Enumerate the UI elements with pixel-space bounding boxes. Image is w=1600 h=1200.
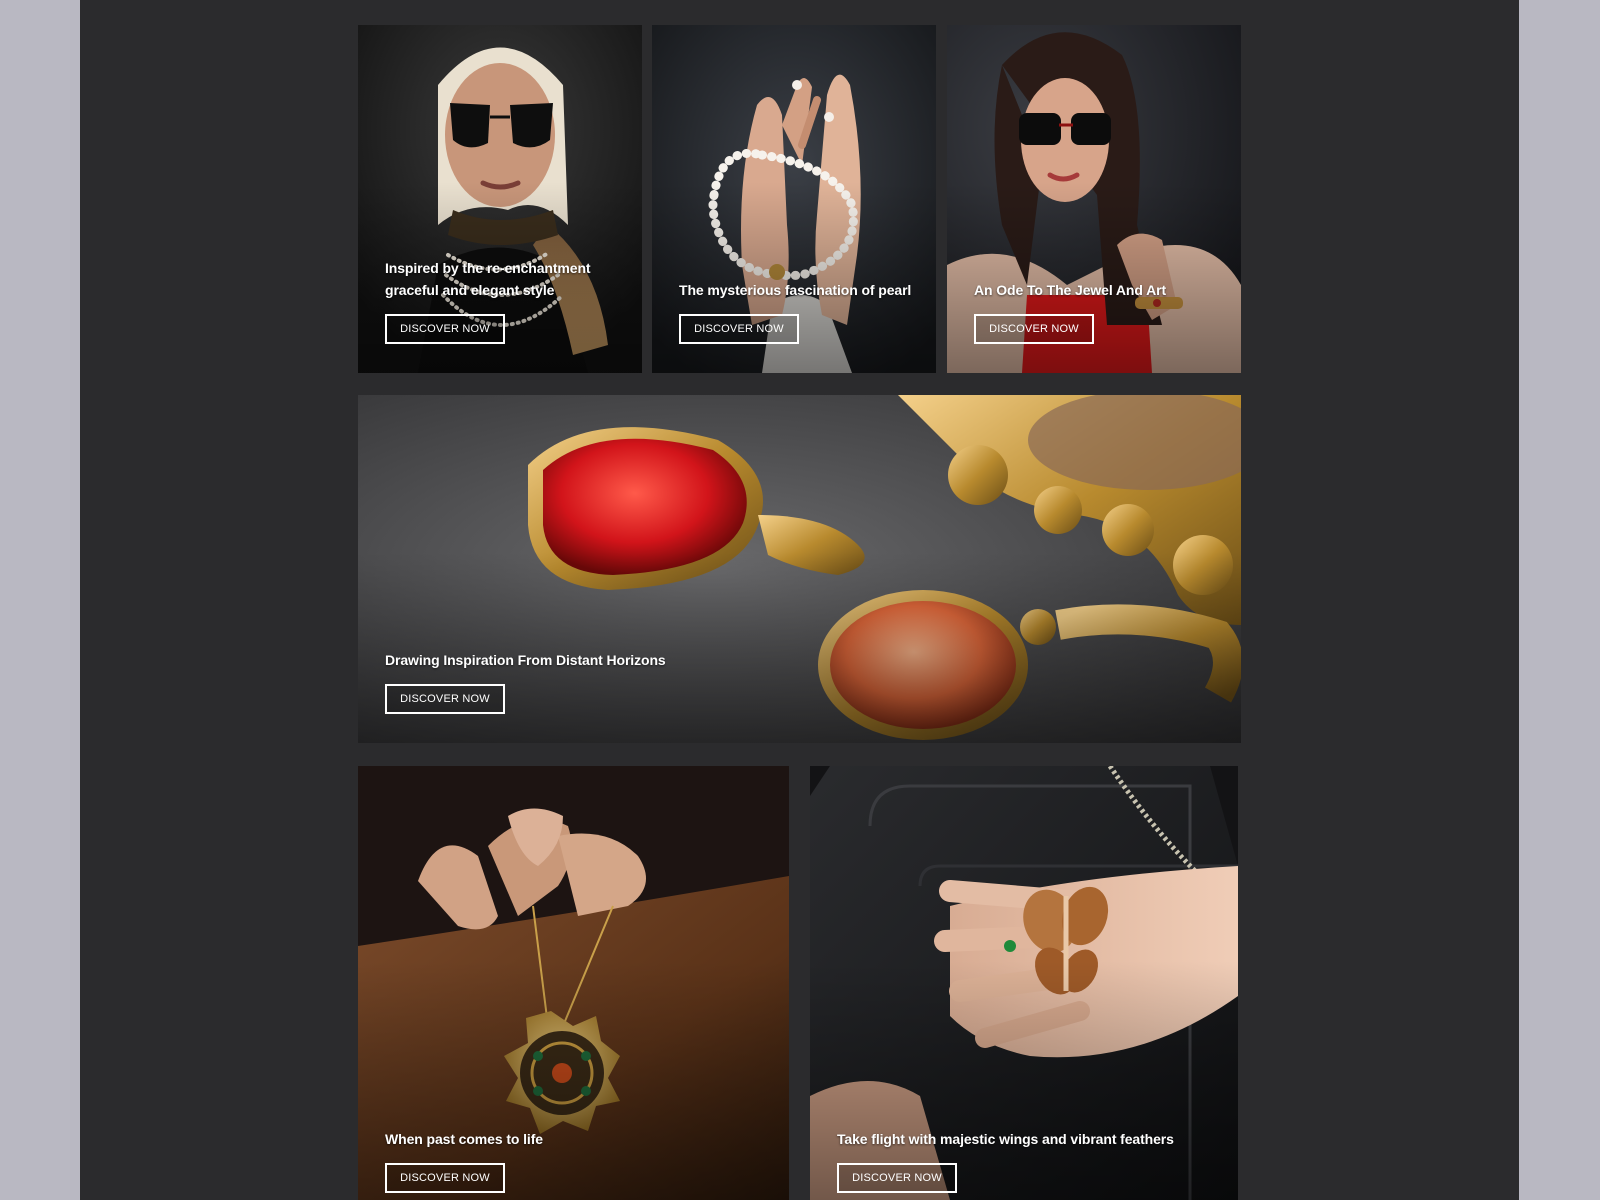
discover-now-button[interactable]: DISCOVER NOW [385,314,505,344]
discover-now-button[interactable]: DISCOVER NOW [974,314,1094,344]
promo-tile-past-comes-to-life[interactable]: When past comes to life DISCOVER NOW [358,766,789,1200]
promo-tile-pearl[interactable]: The mysterious fascination of pearl DISC… [652,25,936,373]
caption-line-1: Inspired by the re-enchantment [385,260,591,276]
tile-caption: Inspired by the re-enchantment graceful … [385,257,591,301]
promo-tile-majestic-wings[interactable]: Take flight with majestic wings and vibr… [810,766,1238,1200]
promo-tile-scarf-pearls[interactable]: Inspired by the re-enchantment graceful … [358,25,642,373]
image-shade [358,551,1241,743]
discover-now-button[interactable]: DISCOVER NOW [837,1163,957,1193]
tile-caption: Drawing Inspiration From Distant Horizon… [385,652,666,668]
page-frame: Inspired by the re-enchantment graceful … [80,0,1519,1200]
tile-caption: The mysterious fascination of pearl [679,282,912,298]
promo-tile-distant-horizons[interactable]: Drawing Inspiration From Distant Horizon… [358,395,1241,743]
tile-caption: When past comes to life [385,1131,543,1147]
discover-now-button[interactable]: DISCOVER NOW [679,314,799,344]
discover-now-button[interactable]: DISCOVER NOW [385,1163,505,1193]
image-shade [947,181,1241,373]
discover-now-button[interactable]: DISCOVER NOW [385,684,505,714]
tile-caption: Take flight with majestic wings and vibr… [837,1131,1174,1147]
caption-line-2: graceful and elegant style [385,282,555,298]
image-shade [652,181,936,373]
promo-tile-jewel-art[interactable]: An Ode To The Jewel And Art DISCOVER NOW [947,25,1241,373]
tile-caption: An Ode To The Jewel And Art [974,282,1167,298]
